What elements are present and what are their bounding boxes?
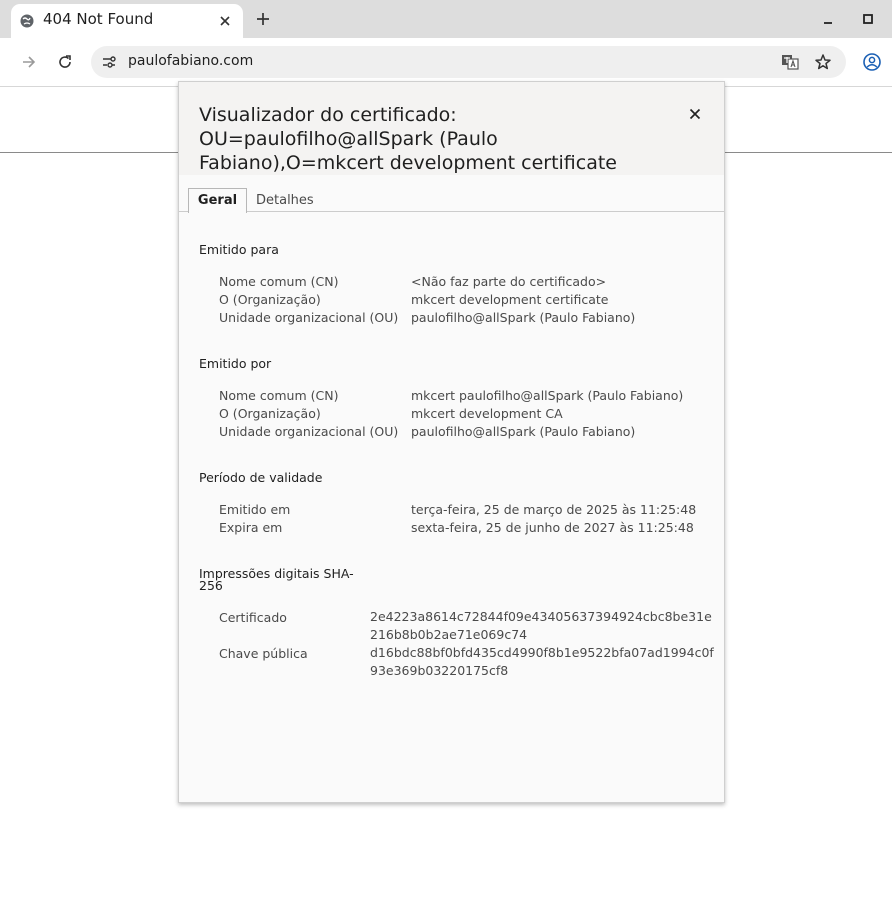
certificate-viewer-dialog: Visualizador do certificado: OU=paulofil… bbox=[178, 81, 725, 803]
address-bar[interactable]: paulofabiano.com bbox=[91, 46, 846, 78]
field-label: O (Organização) bbox=[219, 406, 321, 421]
certificate-fingerprint: 2e4223a8614c72844f09e43405637394924cbc8b… bbox=[370, 609, 712, 624]
field-label: Unidade organizacional (OU) bbox=[219, 424, 399, 439]
field-value: mkcert development CA bbox=[411, 406, 563, 421]
tab-close-icon[interactable] bbox=[216, 12, 234, 30]
tab-details[interactable]: Detalhes bbox=[256, 193, 314, 208]
reload-icon[interactable] bbox=[55, 52, 75, 72]
tab-title: 404 Not Found bbox=[43, 10, 154, 28]
tab-general[interactable]: Geral bbox=[188, 188, 247, 213]
close-icon[interactable] bbox=[686, 105, 704, 123]
forward-arrow-icon[interactable] bbox=[19, 52, 39, 72]
globe-icon bbox=[20, 14, 34, 28]
field-label: Chave pública bbox=[219, 646, 308, 661]
browser-tab[interactable]: 404 Not Found bbox=[11, 4, 243, 38]
profile-icon[interactable] bbox=[862, 52, 882, 72]
field-value: mkcert paulofilho@allSpark (Paulo Fabian… bbox=[411, 388, 684, 403]
public-key-fingerprint-cont: 93e369b03220175cf8 bbox=[370, 663, 509, 678]
field-value: paulofilho@allSpark (Paulo Fabiano) bbox=[411, 424, 636, 439]
section-heading-issued-by: Emitido por bbox=[199, 356, 272, 371]
maximize-icon[interactable] bbox=[858, 9, 878, 29]
browser-toolbar: paulofabiano.com bbox=[0, 38, 892, 87]
field-label: Emitido em bbox=[219, 502, 291, 517]
field-value: sexta-feira, 25 de junho de 2027 às 11:2… bbox=[411, 520, 694, 535]
field-value: <Não faz parte do certificado> bbox=[411, 274, 607, 289]
field-label: Unidade organizacional (OU) bbox=[219, 310, 399, 325]
field-value: terça-feira, 25 de março de 2025 às 11:2… bbox=[411, 502, 697, 517]
bookmark-star-icon[interactable] bbox=[813, 52, 833, 72]
tab-strip: 404 Not Found bbox=[0, 0, 892, 38]
section-heading-fingerprints-cont: 256 bbox=[199, 578, 223, 593]
field-label: Nome comum (CN) bbox=[219, 388, 339, 403]
field-label: Certificado bbox=[219, 610, 287, 625]
public-key-fingerprint: d16bdc88bf0bfd435cd4990f8b1e9522bfa07ad1… bbox=[370, 645, 714, 660]
section-heading-issued-to: Emitido para bbox=[199, 242, 279, 257]
new-tab-icon[interactable] bbox=[253, 9, 273, 29]
field-value: mkcert development certificate bbox=[411, 292, 609, 307]
section-heading-validity: Período de validade bbox=[199, 470, 323, 485]
field-label: O (Organização) bbox=[219, 292, 321, 307]
dialog-title: Visualizador do certificado: OU=paulofil… bbox=[199, 104, 617, 174]
field-label: Expira em bbox=[219, 520, 283, 535]
url-text: paulofabiano.com bbox=[128, 53, 254, 69]
field-label: Nome comum (CN) bbox=[219, 274, 339, 289]
certificate-fingerprint-cont: 216b8b0b2ae71e069c74 bbox=[370, 627, 528, 642]
translate-icon[interactable] bbox=[780, 52, 800, 72]
field-value: paulofilho@allSpark (Paulo Fabiano) bbox=[411, 310, 636, 325]
site-info-icon[interactable] bbox=[100, 53, 118, 71]
minimize-icon[interactable] bbox=[818, 9, 838, 29]
tabs-divider bbox=[179, 211, 724, 212]
